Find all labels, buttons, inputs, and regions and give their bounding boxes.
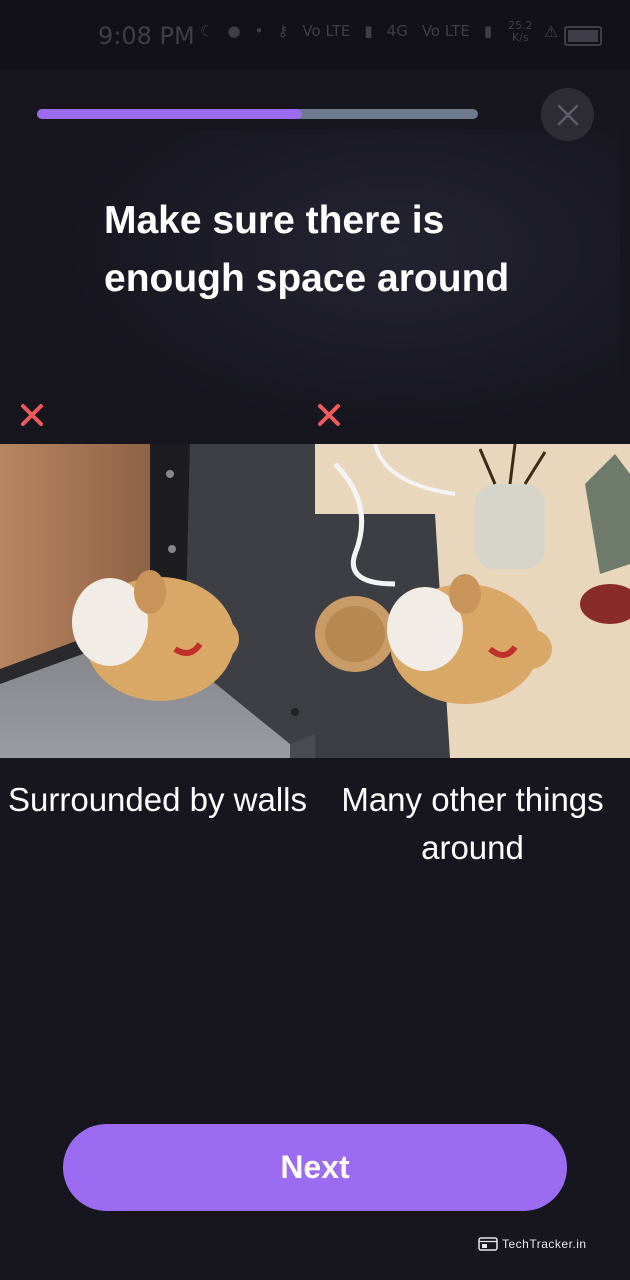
page-title: Make sure there is enough space around xyxy=(104,199,510,300)
signal-bars-icon: ▮ xyxy=(483,22,493,40)
plush-dog-walls-image xyxy=(0,444,315,758)
signal-label-2: 4G xyxy=(386,22,408,40)
example-photo-walls xyxy=(0,444,315,758)
close-button[interactable] xyxy=(541,88,594,141)
signal-bars-icon: ▮ xyxy=(364,22,373,40)
watermark: TechTracker.in xyxy=(478,1237,587,1251)
caption-walls: Surrounded by walls xyxy=(8,781,307,818)
example-photo-clutter xyxy=(315,444,630,758)
plush-dog-clutter-image xyxy=(315,444,630,758)
progress-fill xyxy=(37,109,302,119)
status-icons: ☾ ● • ⚷ Vo LTE ▮ 4G Vo LTE ▮ xyxy=(200,22,492,40)
signal-label-1: Vo LTE xyxy=(302,22,351,40)
x-icon xyxy=(318,404,340,426)
warning-icon: ⚠ xyxy=(544,22,559,41)
net-speed: 25.2 K/s xyxy=(508,20,533,44)
progress-bar xyxy=(37,109,478,119)
moon-icon: ☾ xyxy=(200,22,214,40)
close-icon xyxy=(557,104,578,125)
next-button[interactable]: Next xyxy=(63,1124,567,1211)
tutorial-screen: 9:08 PM ☾ ● • ⚷ Vo LTE ▮ 4G Vo LTE ▮ 25.… xyxy=(0,0,630,1280)
battery-icon xyxy=(564,26,602,46)
key-icon: ⚷ xyxy=(277,22,289,40)
x-icon xyxy=(21,404,43,426)
status-bar: 9:08 PM ☾ ● • ⚷ Vo LTE ▮ 4G Vo LTE ▮ 25.… xyxy=(0,0,630,70)
caption-clutter: Many other things around xyxy=(341,781,604,866)
dot-icon: • xyxy=(254,22,264,40)
status-time: 9:08 PM xyxy=(98,22,195,50)
watermark-text: TechTracker.in xyxy=(502,1237,587,1251)
signal-label-3: Vo LTE xyxy=(421,22,470,40)
net-speed-unit: K/s xyxy=(511,31,529,44)
app-notification-icon: ● xyxy=(227,22,241,40)
browser-window-icon xyxy=(478,1237,498,1251)
